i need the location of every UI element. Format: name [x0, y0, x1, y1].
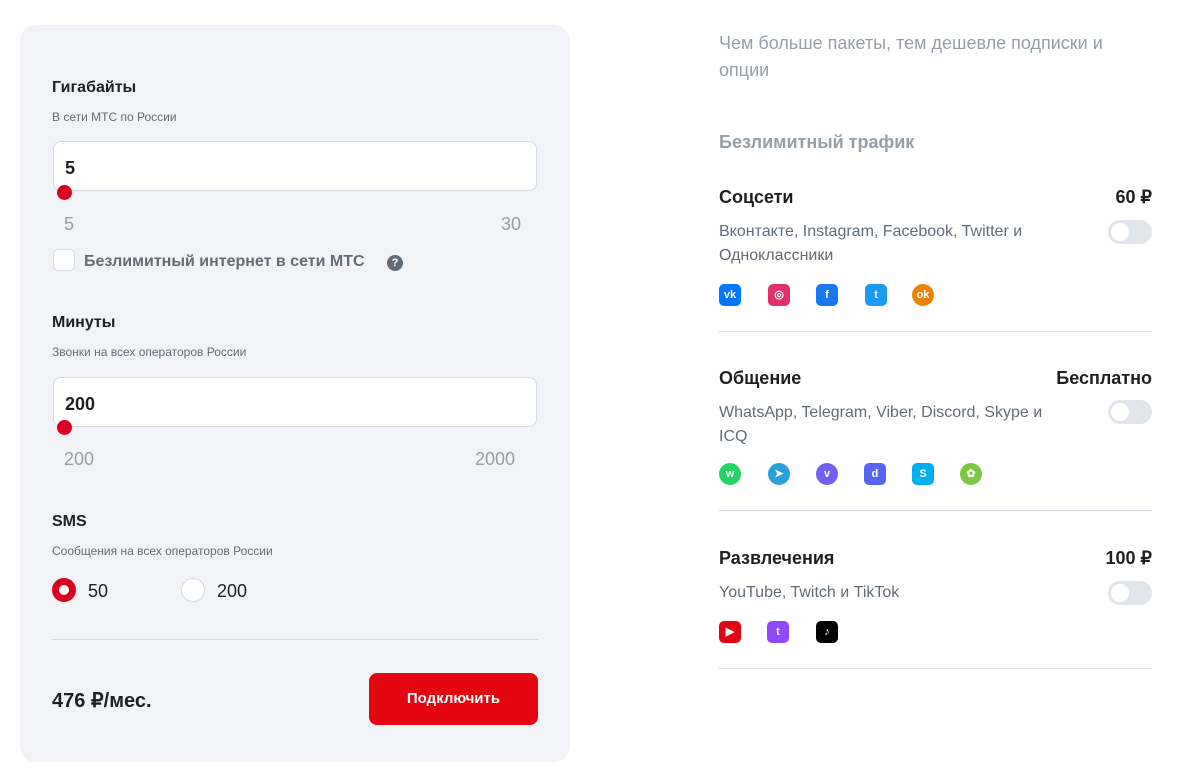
twitch-icon: t [767, 621, 789, 643]
group-messaging-toggle[interactable] [1108, 400, 1152, 424]
group-entertainment-description: YouTube, Twitch и TikTok [719, 584, 900, 601]
group-social-toggle[interactable] [1108, 220, 1152, 244]
group-social-description: Вконтакте, Instagram, Facebook, Twitter … [719, 223, 1023, 264]
skype-icon: S [912, 463, 934, 485]
viber-icon: v [816, 463, 838, 485]
sms-radio-200[interactable] [181, 578, 205, 602]
monthly-price: 476 ₽/мес. [52, 690, 152, 712]
sms-option-50-label: 50 [88, 581, 109, 601]
group-divider [719, 510, 1152, 511]
gigabytes-subtitle: В сети МТС по России [52, 110, 177, 124]
options-intro: Чем больше пакеты, тем дешевле подписки … [719, 33, 1103, 80]
unlimited-internet-checkbox[interactable] [53, 249, 75, 271]
instagram-icon: ◎ [768, 284, 790, 306]
vk-icon: vk [719, 284, 741, 306]
minutes-min-label: 200 [64, 449, 95, 469]
connect-button[interactable]: Подключить [369, 673, 538, 725]
gigabytes-min-label: 5 [64, 214, 75, 234]
icq-icon: ✿ [960, 463, 982, 485]
minutes-slider-handle[interactable] [57, 420, 72, 435]
minutes-title: Минуты [52, 314, 116, 331]
minutes-max-label: 2000 [475, 449, 516, 469]
youtube-icon: ▶ [719, 621, 741, 643]
group-social-title: Соцсети [719, 187, 794, 207]
gigabytes-title: Гигабайты [52, 79, 137, 96]
group-entertainment-title: Развлечения [719, 548, 835, 568]
minutes-subtitle: Звонки на всех операторов России [52, 345, 247, 359]
gigabytes-max-label: 30 [501, 214, 522, 234]
options-panel: Чем больше пакеты, тем дешевле подписки … [719, 0, 1152, 772]
unlimited-traffic-heading: Безлимитный трафик [719, 132, 915, 152]
twitter-icon: t [865, 284, 887, 306]
gigabytes-slider-handle[interactable] [57, 185, 72, 200]
group-messaging-price: Бесплатно [1056, 368, 1152, 388]
tariff-calculator-card: Гигабайты В сети МТС по России 5 5 30 Бе… [20, 25, 570, 762]
whatsapp-icon: w [719, 463, 741, 485]
sms-radio-50[interactable] [52, 578, 76, 602]
divider [52, 639, 538, 640]
group-divider [719, 331, 1152, 332]
help-icon[interactable]: ? [387, 255, 403, 271]
odnoklassniki-icon: ok [912, 284, 934, 306]
group-social-price: 60 ₽ [1115, 187, 1152, 207]
facebook-icon: f [816, 284, 838, 306]
discord-icon: d [864, 463, 886, 485]
group-entertainment-toggle[interactable] [1108, 581, 1152, 605]
sms-subtitle: Сообщения на всех операторов России [52, 544, 273, 558]
unlimited-internet-label: Безлимитный интернет в сети МТС [84, 253, 365, 270]
gigabytes-value: 5 [65, 158, 76, 178]
gigabytes-input[interactable]: 5 [53, 141, 537, 191]
minutes-input[interactable]: 200 [53, 377, 537, 427]
group-messaging-title: Общение [719, 368, 802, 388]
group-messaging-description: WhatsApp, Telegram, Viber, Discord, Skyp… [719, 404, 1043, 445]
sms-title: SMS [52, 513, 87, 530]
group-divider [719, 668, 1152, 669]
group-entertainment-price: 100 ₽ [1105, 548, 1153, 568]
sms-option-200-label: 200 [217, 581, 248, 601]
tiktok-icon: ♪ [816, 621, 838, 643]
minutes-value: 200 [65, 394, 96, 414]
telegram-icon: ➤ [768, 463, 790, 485]
